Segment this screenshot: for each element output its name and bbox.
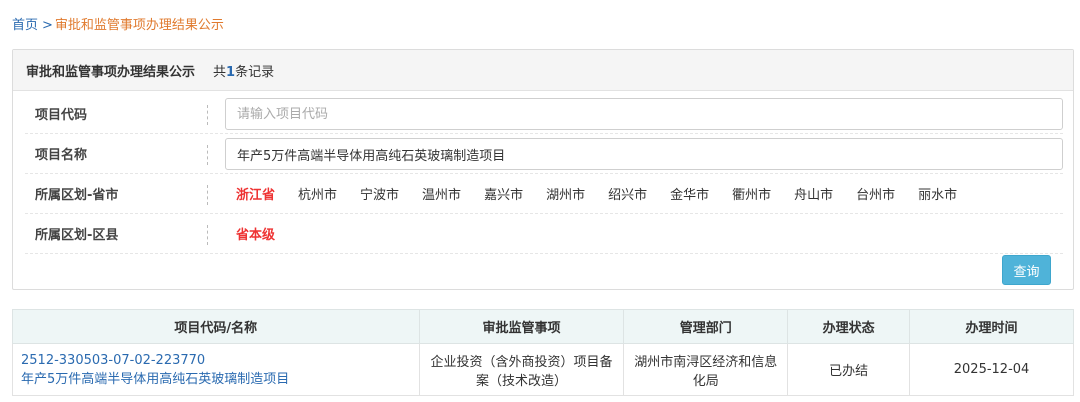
label-divider — [207, 185, 208, 205]
district-county-label: 所属区划-区县 — [35, 228, 119, 243]
filter-row-county: 所属区划-区县 省本级 — [25, 214, 1063, 254]
record-count-suffix: 条记录 — [235, 64, 275, 80]
query-button[interactable]: 查询 — [1002, 255, 1051, 285]
region-option-jiaxing[interactable]: 嘉兴市 — [484, 184, 523, 203]
cell-code-name: 2512-330503-07-02-223770 年产5万件高端半导体用高纯石英… — [12, 343, 420, 396]
label-divider — [207, 105, 208, 125]
province-city-label: 所属区划-省市 — [35, 188, 119, 203]
region-option-ningbo[interactable]: 宁波市 — [360, 184, 399, 203]
cell-date: 2025-12-04 — [909, 343, 1074, 396]
label-divider — [207, 225, 208, 245]
region-option-wenzhou[interactable]: 温州市 — [422, 184, 461, 203]
cell-matter: 企业投资（含外商投资）项目备案（技术改造） — [418, 343, 625, 396]
breadcrumb: 首页 > 审批和监管事项办理结果公示 — [12, 14, 224, 33]
record-count: 共1条记录 — [213, 61, 274, 80]
column-header-matter: 审批监管事项 — [418, 309, 625, 344]
table-header-row: 项目代码/名称 审批监管事项 管理部门 办理状态 办理时间 — [12, 309, 1074, 344]
column-header-department: 管理部门 — [623, 309, 789, 344]
search-panel: 审批和监管事项办理结果公示 共1条记录 项目代码 项目名称 所属区划-省市 浙江… — [12, 49, 1074, 290]
region-option-zhoushan[interactable]: 舟山市 — [794, 184, 833, 203]
breadcrumb-separator: > — [42, 18, 53, 33]
results-table: 项目代码/名称 审批监管事项 管理部门 办理状态 办理时间 2512-33050… — [12, 309, 1074, 396]
region-option-jinhua[interactable]: 金华市 — [670, 184, 709, 203]
panel-header: 审批和监管事项办理结果公示 共1条记录 — [13, 50, 1073, 91]
record-count-number: 1 — [226, 64, 236, 80]
project-name-link[interactable]: 年产5万件高端半导体用高纯石英玻璃制造项目 — [21, 370, 413, 389]
project-name-label: 项目名称 — [35, 148, 88, 163]
project-code-label: 项目代码 — [35, 108, 88, 123]
column-header-code-name: 项目代码/名称 — [12, 309, 420, 344]
column-header-date: 办理时间 — [909, 309, 1074, 344]
district-county-options: 省本级 — [236, 224, 298, 243]
filter-row-province: 所属区划-省市 浙江省 杭州市 宁波市 温州市 嘉兴市 湖州市 绍兴市 金华市 … — [25, 174, 1063, 214]
region-option-hangzhou[interactable]: 杭州市 — [298, 184, 337, 203]
region-option-huzhou[interactable]: 湖州市 — [546, 184, 585, 203]
province-city-options: 浙江省 杭州市 宁波市 温州市 嘉兴市 湖州市 绍兴市 金华市 衢州市 舟山市 … — [236, 184, 980, 203]
breadcrumb-home-link[interactable]: 首页 — [12, 18, 38, 33]
project-code-link[interactable]: 2512-330503-07-02-223770 — [21, 351, 413, 370]
panel-title: 审批和监管事项办理结果公示 — [26, 64, 196, 80]
region-option-shaoxing[interactable]: 绍兴市 — [608, 184, 647, 203]
label-divider — [207, 145, 208, 165]
column-header-status: 办理状态 — [787, 309, 911, 344]
cell-status: 已办结 — [787, 343, 911, 396]
region-option-lishui[interactable]: 丽水市 — [918, 184, 957, 203]
record-count-prefix: 共 — [213, 64, 227, 80]
project-name-input[interactable] — [225, 138, 1063, 170]
filter-row-name: 项目名称 — [25, 134, 1063, 174]
breadcrumb-current[interactable]: 审批和监管事项办理结果公示 — [55, 18, 224, 33]
project-code-input[interactable] — [225, 98, 1063, 130]
region-option-taizhou[interactable]: 台州市 — [856, 184, 895, 203]
filter-row-code: 项目代码 — [25, 94, 1063, 134]
region-option-zhejiang[interactable]: 浙江省 — [236, 184, 275, 203]
county-option-provincial[interactable]: 省本级 — [236, 224, 275, 243]
cell-department: 湖州市南浔区经济和信息化局 — [623, 343, 789, 396]
region-option-quzhou[interactable]: 衢州市 — [732, 184, 771, 203]
table-row: 2512-330503-07-02-223770 年产5万件高端半导体用高纯石英… — [12, 343, 1074, 396]
